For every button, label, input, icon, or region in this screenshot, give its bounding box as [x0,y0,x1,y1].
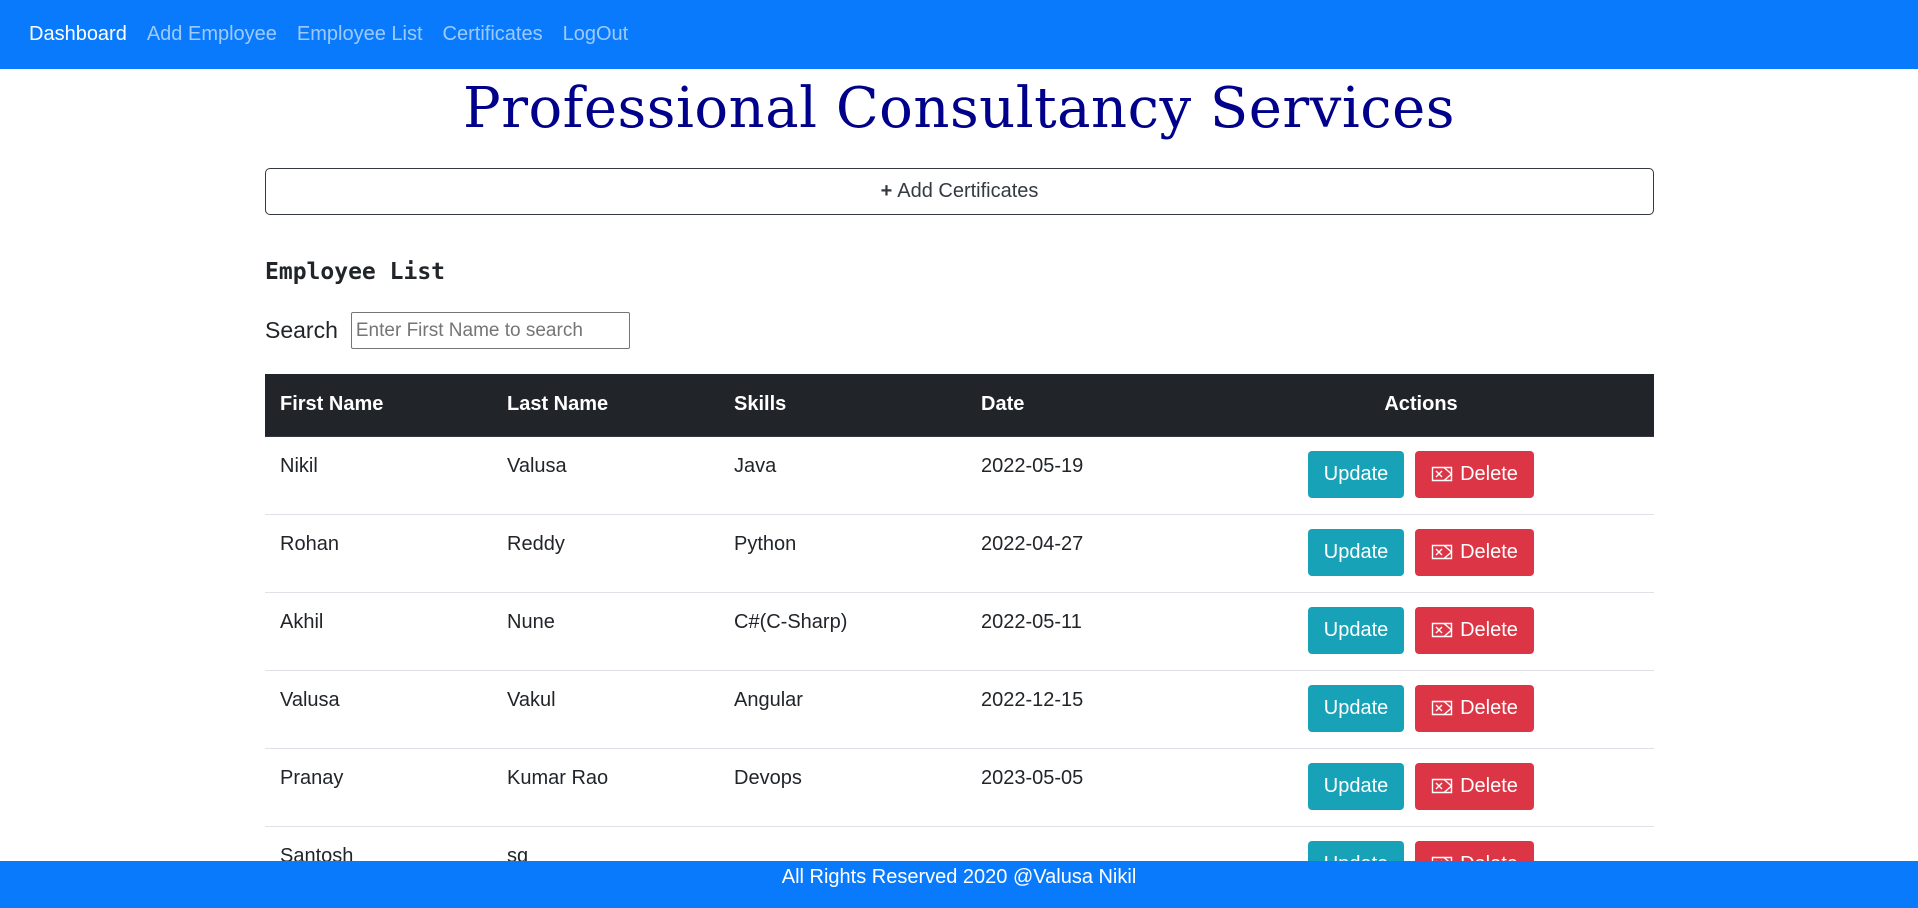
cell-actions: Update Delete [1188,514,1654,593]
cell-date: 2023-05-05 [966,748,1188,827]
cell-date: 2022-04-27 [966,514,1188,593]
update-button[interactable]: Update [1308,606,1404,654]
plus-icon: + [880,180,893,202]
cell-last-name: Nune [492,592,719,671]
backspace-x-icon [1431,700,1453,716]
header-first-name: First Name [265,374,492,437]
nav-dashboard[interactable]: Dashboard [29,23,127,46]
page-title: Professional Consultancy Services [463,76,1455,141]
search-input[interactable] [350,312,630,349]
delete-button[interactable]: Delete [1415,684,1534,732]
header-last-name: Last Name [492,374,719,437]
table-row: Akhil Nune C#(C-Sharp) 2022-05-11 Update Dele… [265,592,1654,671]
delete-label: Delete [1460,462,1518,485]
cell-last-name: Vakul [492,670,719,749]
nav-employee-list[interactable]: Employee List [297,23,423,46]
cell-last-name: Kumar Rao [492,748,719,827]
cell-date: 2022-05-19 [966,436,1188,515]
cell-last-name: Reddy [492,514,719,593]
delete-label: Delete [1460,774,1518,797]
cell-first-name: Rohan [265,514,492,593]
cell-actions: Update Delete [1188,748,1654,827]
cell-first-name: Pranay [265,748,492,827]
cell-first-name: Valusa [265,670,492,749]
table-row: Pranay Kumar Rao Devops 2023-05-05 Update Del… [265,748,1654,827]
cell-first-name: Nikil [265,436,492,515]
cell-actions: Update Delete [1188,436,1654,515]
cell-first-name: Akhil [265,592,492,671]
header-actions: Actions [1188,374,1654,437]
update-button[interactable]: Update [1308,450,1404,498]
section-heading: Employee List [265,259,446,285]
header-skills: Skills [719,374,966,437]
update-button[interactable]: Update [1308,684,1404,732]
add-certificates-label: Add Certificates [897,180,1039,202]
delete-label: Delete [1460,540,1518,563]
top-navbar: Dashboard Add Employee Employee List Cer… [0,0,1918,69]
nav-logout[interactable]: LogOut [563,23,629,46]
table-body: Nikil Valusa Java 2022-05-19 Update Delete Roh… [265,436,1654,905]
nav-add-employee[interactable]: Add Employee [147,23,277,46]
cell-skills: Java [719,436,966,515]
delete-button[interactable]: Delete [1415,450,1534,498]
cell-actions: Update Delete [1188,670,1654,749]
backspace-x-icon [1431,778,1453,794]
update-button[interactable]: Update [1308,762,1404,810]
table-row: Rohan Reddy Python 2022-04-27 Update Delete [265,514,1654,593]
nav-certificates[interactable]: Certificates [443,23,543,46]
cell-skills: Angular [719,670,966,749]
table-header-row: First Name Last Name Skills Date Actions [265,374,1654,437]
table-row: Nikil Valusa Java 2022-05-19 Update Delete [265,436,1654,515]
search-label: Search [265,317,338,343]
cell-date: 2022-05-11 [966,592,1188,671]
employee-table: First Name Last Name Skills Date Actions… [265,374,1654,905]
delete-button[interactable]: Delete [1415,606,1534,654]
footer: All Rights Reserved 2020 @Valusa Nikil [0,861,1918,908]
header-date: Date [966,374,1188,437]
delete-button[interactable]: Delete [1415,528,1534,576]
cell-skills: C#(C-Sharp) [719,592,966,671]
cell-skills: Devops [719,748,966,827]
update-button[interactable]: Update [1308,528,1404,576]
delete-button[interactable]: Delete [1415,762,1534,810]
backspace-x-icon [1431,466,1453,482]
delete-label: Delete [1460,618,1518,641]
cell-skills: Python [719,514,966,593]
cell-date: 2022-12-15 [966,670,1188,749]
cell-last-name: Valusa [492,436,719,515]
backspace-x-icon [1431,544,1453,560]
table-row: Valusa Vakul Angular 2022-12-15 Update Delete [265,670,1654,749]
search-row: Search [265,312,630,349]
cell-actions: Update Delete [1188,592,1654,671]
delete-label: Delete [1460,696,1518,719]
backspace-x-icon [1431,622,1453,638]
add-certificates-button[interactable]: + Add Certificates [265,168,1654,215]
